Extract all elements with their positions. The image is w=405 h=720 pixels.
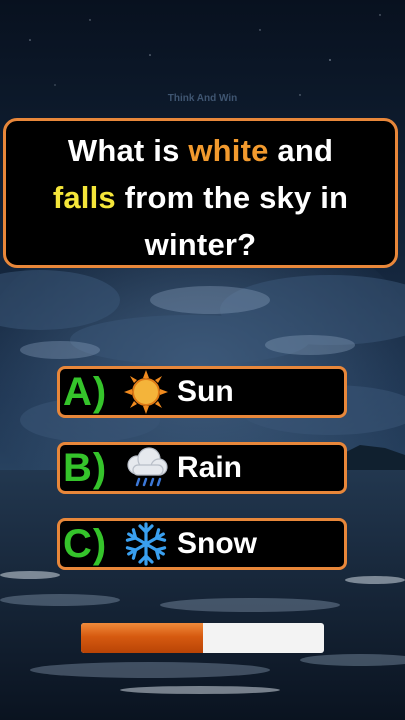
watermark-text: Think And Win xyxy=(167,93,238,104)
question-text: What is xyxy=(67,133,189,168)
option-text: Rain xyxy=(177,451,243,484)
question-text: from the sky in xyxy=(115,180,349,215)
rain-cloud-icon xyxy=(121,445,171,491)
option-b-button[interactable]: B) Rain xyxy=(57,442,347,494)
option-letter: C) xyxy=(63,521,108,566)
snowflake-icon xyxy=(121,521,171,567)
option-c-button[interactable]: C) Snow xyxy=(57,518,347,570)
background-night-ocean xyxy=(0,0,405,720)
option-text: Snow xyxy=(177,527,257,560)
question-highlight-falls: falls xyxy=(52,180,116,215)
question-box: What is white and falls from the sky in … xyxy=(3,118,398,268)
option-letter: A) xyxy=(63,369,108,414)
timer-progress-fill xyxy=(81,623,203,653)
sun-icon xyxy=(121,369,171,415)
question-highlight-white: white xyxy=(188,133,269,168)
question-line-1: What is white and xyxy=(6,127,395,174)
option-text: Sun xyxy=(177,375,234,408)
question-line-2: falls from the sky in xyxy=(6,174,395,221)
question-line-3: winter? xyxy=(144,227,257,262)
timer-progress-bar xyxy=(81,623,324,653)
option-letter: B) xyxy=(63,445,108,490)
option-a-button[interactable]: A) Sun xyxy=(57,366,347,418)
question-text: and xyxy=(268,133,334,168)
